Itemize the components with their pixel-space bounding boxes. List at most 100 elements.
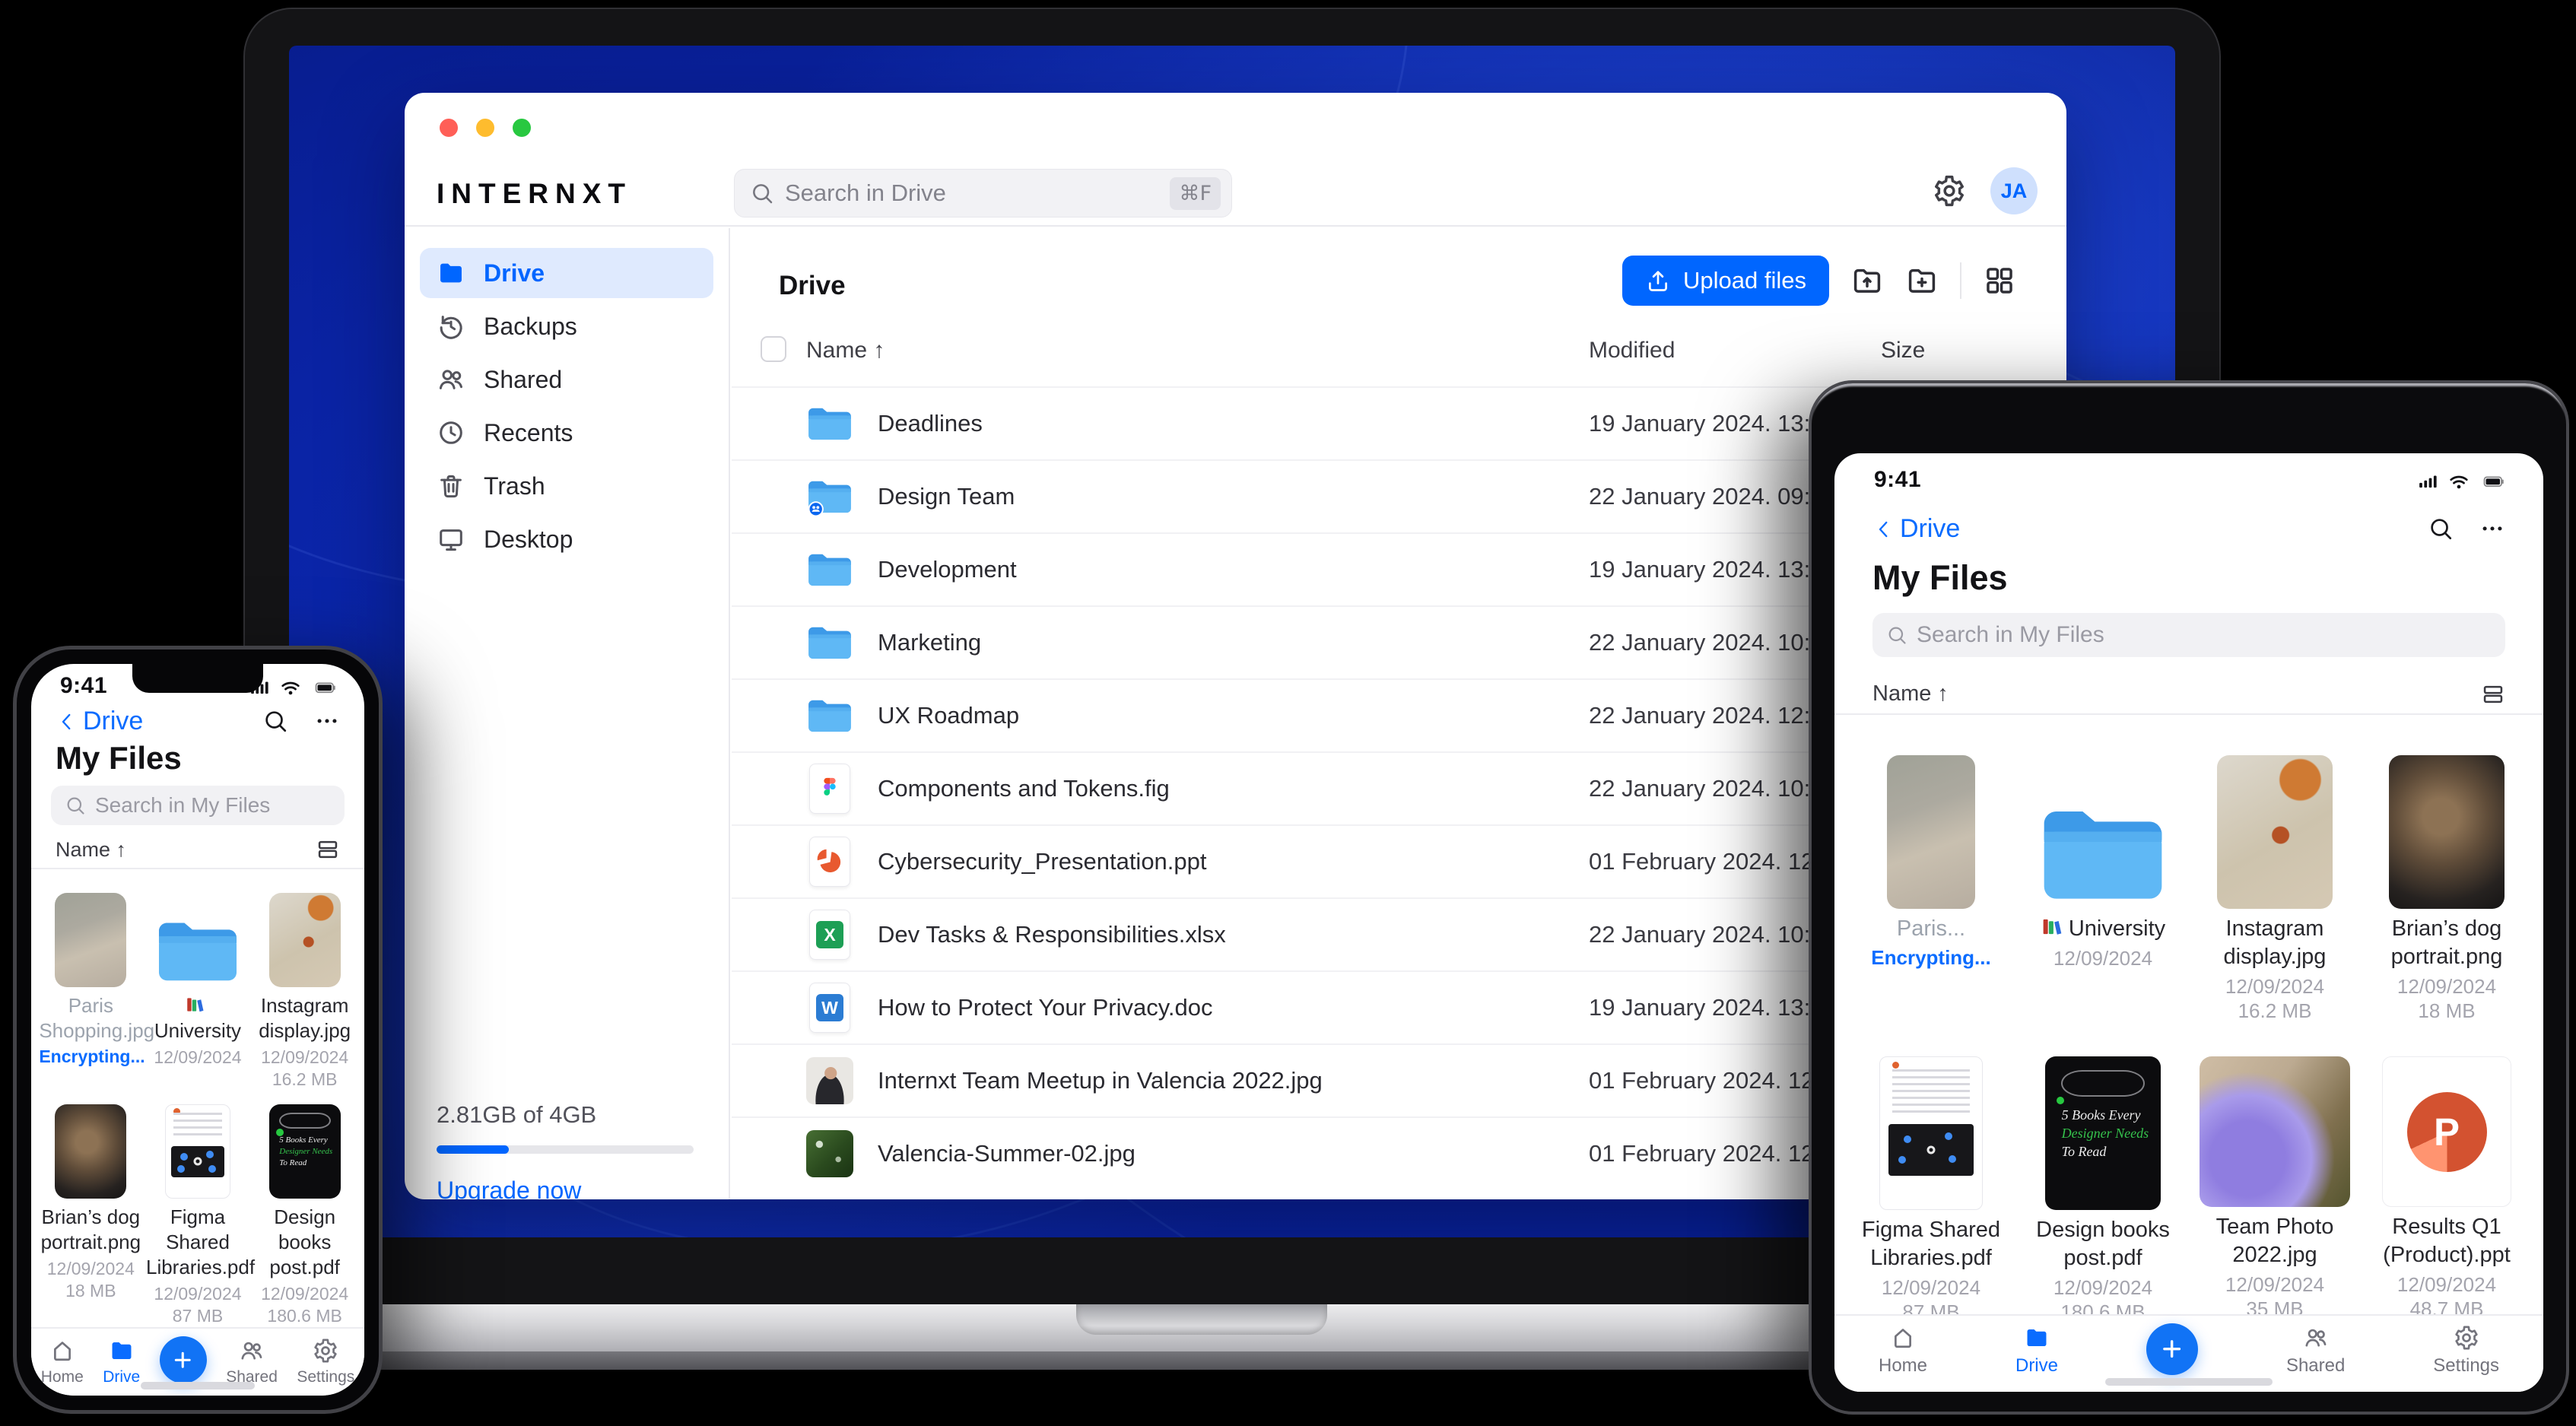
item-name: Paris Shopping.jpg [39,994,155,1042]
back-button[interactable]: Drive [56,707,143,736]
grid-item[interactable]: 5 Books Every Designer Needs To Read Desig… [2021,1056,2185,1314]
item-date: 12/09/2024 [2397,1273,2497,1296]
close-window-button[interactable] [440,119,458,137]
sidebar-item-recents[interactable]: Recents [420,408,713,458]
sidebar-item-desktop[interactable]: Desktop [420,514,713,564]
item-name: Instagram display.jpg [259,994,351,1042]
item-size: 87 MB [172,1306,224,1326]
item-date: 12/09/2024 [261,1284,349,1304]
search-input[interactable]: Search in My Files [1872,613,2505,657]
upload-files-button[interactable]: Upload files [1622,256,1829,306]
more-options-icon[interactable] [314,708,340,734]
more-options-icon[interactable] [2479,516,2505,541]
storage-progress [437,1145,694,1154]
nav-settings[interactable]: Settings [2433,1325,2499,1377]
new-folder-button[interactable] [1905,264,1939,297]
upload-folder-button[interactable] [1850,264,1884,297]
item-date: 12/09/2024 [154,1047,242,1067]
users-icon [2303,1325,2329,1351]
sidebar-item-trash[interactable]: Trash [420,461,713,511]
settings-gear-button[interactable] [1933,174,1966,208]
grid-item[interactable]: Figma Shared Libraries.pdf 12/09/2024 87… [146,1104,255,1327]
file-modified: 19 January 2024. 13:34 [1589,556,1837,583]
grid-item[interactable]: 5 Books Every Designer Needs To Read Desig… [253,1104,357,1327]
chevron-left-icon [56,710,78,733]
sort-bar: Name ↑ [1872,681,2505,707]
home-icon [1890,1325,1916,1351]
sidebar-item-drive[interactable]: Drive [420,248,713,298]
sidebar-item-label: Shared [484,365,563,393]
avatar[interactable]: JA [1990,167,2038,214]
search-icon [750,181,774,205]
file-name: UX Roadmap [878,702,1020,729]
nav-shared[interactable]: Shared [2286,1325,2345,1377]
search-input[interactable]: Search in My Files [51,786,345,825]
select-all-checkbox[interactable] [761,336,786,362]
nav-drive[interactable]: Drive [103,1338,140,1386]
nav-home[interactable]: Home [41,1338,84,1386]
grid-item[interactable]: Paris... Encrypting... [1849,755,2013,1023]
grid-item[interactable]: University 12/09/2024 [2021,755,2185,1023]
monitor-icon [437,525,465,554]
list-view-icon[interactable] [2481,682,2505,707]
folder-shared-icon [806,472,853,522]
sidebar-item-shared[interactable]: Shared [420,354,713,405]
history-icon [437,312,465,341]
column-modified[interactable]: Modified [1589,338,1675,364]
photo-thumbnail [2217,755,2333,909]
search-icon[interactable] [262,708,288,734]
grid-item[interactable]: Instagram display.jpg 12/09/2024 16.2 MB [2193,755,2357,1023]
search-icon[interactable] [2428,516,2454,541]
list-view-icon[interactable] [316,837,340,862]
file-modified: 01 February 2024. 12:3 [1589,1067,1834,1094]
item-date: 12/09/2024 [2225,975,2325,998]
sidebar-list: Drive Backups Shared Recents Trash Deskt… [420,248,713,564]
add-button[interactable] [2146,1323,2198,1375]
grid-view-button[interactable] [1983,264,2016,297]
item-name: Brian’s dog portrait.png [2390,916,2503,969]
sort-by-name[interactable]: Name ↑ [1872,681,1949,707]
photo-thumbnail [1887,755,1975,909]
page-title: My Files [56,740,182,776]
folder-fill-icon [109,1338,135,1364]
item-size: 16.2 MB [2238,999,2312,1022]
drive-search-input[interactable]: Search in Drive ⌘F [734,169,1232,218]
grid-item[interactable]: Paris Shopping.jpg Encrypting... [39,893,155,1091]
chevron-left-icon [1872,518,1895,541]
search-placeholder: Search in Drive [785,179,946,206]
excel-icon: X [806,910,853,960]
photo-leaves-icon [806,1129,853,1179]
grid-item[interactable]: Figma Shared Libraries.pdf 12/09/2024 87… [1849,1056,2013,1314]
item-date: 12/09/2024 [2053,1276,2153,1299]
file-modified: 22 January 2024. 12:44 [1589,702,1837,729]
nav-home[interactable]: Home [1879,1325,1927,1377]
grid-item[interactable]: Brian’s dog portrait.png 12/09/2024 18 M… [39,1104,142,1327]
sidebar-item-label: Desktop [484,525,573,553]
nav-drive[interactable]: Drive [2015,1325,2058,1377]
file-name: Internxt Team Meetup in Valencia 2022.jp… [878,1067,1323,1094]
nav-shared[interactable]: Shared [226,1338,278,1386]
grid-item[interactable]: P Results Q1 (Product).ppt 12/09/2024 48… [2365,1056,2529,1314]
minimize-window-button[interactable] [476,119,494,137]
nav-settings[interactable]: Settings [297,1338,354,1386]
back-button[interactable]: Drive [1872,514,1960,544]
add-button[interactable] [159,1336,207,1383]
grid-item[interactable]: Team Photo 2022.jpg 12/09/2024 35 MB [2193,1056,2357,1314]
search-icon [1886,624,1907,646]
grid-item[interactable]: Instagram display.jpg 12/09/2024 16.2 MB [253,893,357,1091]
folder-icon [806,399,853,449]
upgrade-now-link[interactable]: Upgrade now [437,1177,694,1199]
column-name[interactable]: Name ↑ [806,338,885,364]
column-size[interactable]: Size [1881,338,1925,364]
iphone-notch [132,664,263,693]
wifi-icon [2447,470,2470,493]
sort-by-name[interactable]: Name ↑ [56,838,126,862]
zoom-window-button[interactable] [513,119,531,137]
grid-item[interactable]: Brian’s dog portrait.png 12/09/2024 18 M… [2365,755,2529,1023]
grid-item[interactable]: University 12/09/2024 [146,893,249,1091]
folder-icon [806,691,853,741]
divider [1960,262,1961,299]
internxt-logo: INTERNXT [437,178,632,209]
file-grid: Paris Shopping.jpg Encrypting... Univers… [37,869,358,1327]
sidebar-item-backups[interactable]: Backups [420,301,713,351]
